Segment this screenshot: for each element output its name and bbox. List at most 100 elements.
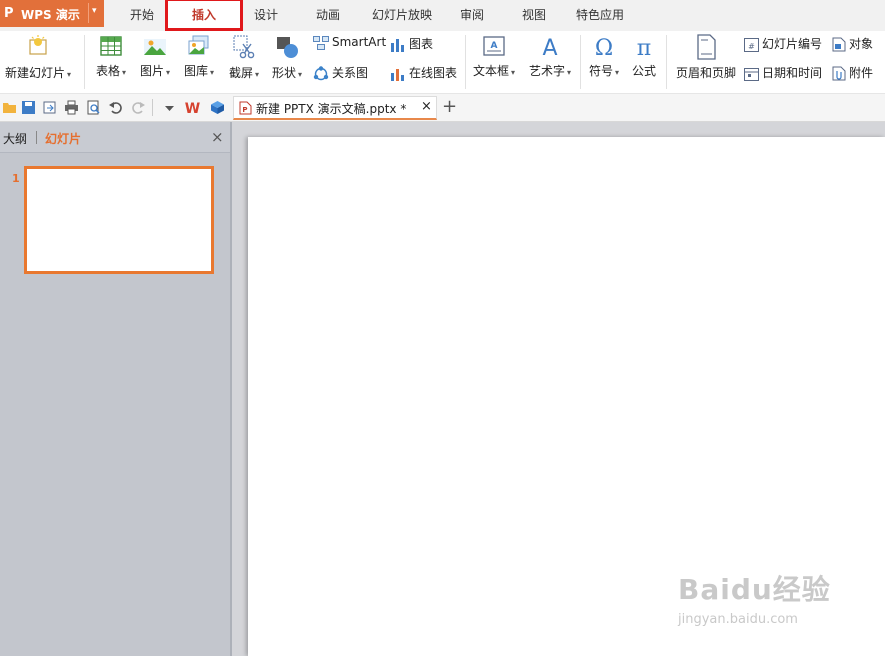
shapes-button[interactable]: 形状 ▾ bbox=[268, 34, 306, 81]
relation-chart-button[interactable]: 关系图 bbox=[313, 64, 368, 82]
toolbar-dropdown-icon[interactable] bbox=[162, 100, 177, 115]
scissors-icon bbox=[233, 35, 255, 59]
new-slide-button[interactable]: 新建幻灯片 ▾ bbox=[2, 34, 74, 81]
online-chart-label: 在线图表 bbox=[409, 66, 458, 80]
slide-number-label: 幻灯片编号 bbox=[762, 37, 823, 51]
gallery-button[interactable]: 图库 ▾ bbox=[180, 34, 218, 79]
smartart-label: SmartArt bbox=[332, 35, 387, 49]
print-icon[interactable] bbox=[64, 100, 79, 115]
watermark-sub: jingyan.baidu.com bbox=[678, 612, 798, 627]
formula-button[interactable]: π 公式 bbox=[626, 34, 662, 79]
divider bbox=[465, 35, 466, 89]
omega-icon: Ω bbox=[595, 36, 613, 58]
divider bbox=[36, 131, 37, 144]
calendar-icon bbox=[744, 67, 759, 81]
shapes-icon bbox=[277, 37, 298, 58]
slide-panel: 大纲 幻灯片 × 1 bbox=[0, 122, 230, 656]
svg-text:Ω: Ω bbox=[595, 36, 613, 58]
header-footer-button[interactable]: 页眉和页脚 bbox=[672, 34, 740, 81]
annotation-highlight-box bbox=[165, 0, 243, 31]
tab-home[interactable]: 开始 bbox=[118, 0, 166, 31]
smartart-button[interactable]: SmartArt bbox=[313, 35, 386, 50]
textbox-button[interactable]: A 文本框 ▾ bbox=[470, 34, 518, 79]
redo-icon[interactable] bbox=[131, 100, 146, 115]
ribbon-insert: 新建幻灯片 ▾ 表格 ▾ 图片 ▾ 图库 ▾ 截屏 ▾ 形状 ▾ SmartAr… bbox=[0, 31, 885, 94]
tab-bar: P WPS 演示 ▾ 开始 插入 设计 动画 幻灯片放映 审阅 视图 特色应用 bbox=[0, 0, 885, 31]
close-panel-icon[interactable]: × bbox=[211, 128, 224, 146]
symbol-label: 符号 bbox=[588, 64, 613, 78]
slide-number-button[interactable]: # 幻灯片编号 bbox=[744, 35, 822, 52]
baidu-watermark: Baidu经验 jingyan.baidu.com bbox=[678, 568, 831, 627]
new-tab-icon[interactable]: + bbox=[442, 96, 457, 117]
chevron-down-icon[interactable]: ▾ bbox=[92, 6, 97, 16]
divider bbox=[84, 35, 85, 89]
relation-chart-label: 关系图 bbox=[332, 66, 369, 80]
tab-special[interactable]: 特色应用 bbox=[570, 0, 630, 31]
attachment-icon bbox=[832, 66, 846, 81]
shapes-label: 形状 bbox=[271, 66, 296, 80]
attachment-button[interactable]: 附件 bbox=[832, 64, 873, 81]
svg-text:P: P bbox=[242, 106, 247, 114]
picture-label: 图片 bbox=[139, 64, 164, 78]
attachment-label: 附件 bbox=[849, 66, 874, 80]
header-footer-label: 页眉和页脚 bbox=[675, 66, 736, 80]
print-preview-icon[interactable] bbox=[86, 100, 101, 115]
svg-text:#: # bbox=[748, 42, 755, 51]
datetime-label: 日期和时间 bbox=[762, 66, 823, 80]
slide-thumbnail[interactable] bbox=[24, 166, 214, 274]
chart-icon bbox=[391, 38, 404, 52]
divider bbox=[580, 35, 581, 89]
symbol-button[interactable]: Ω 符号 ▾ bbox=[584, 34, 624, 79]
tab-animation[interactable]: 动画 bbox=[306, 0, 350, 31]
tab-view[interactable]: 视图 bbox=[512, 0, 556, 31]
wps-w-icon[interactable]: W bbox=[184, 100, 201, 115]
slide-number-icon: # bbox=[744, 37, 759, 52]
picture-icon bbox=[144, 39, 166, 55]
divider bbox=[152, 99, 153, 116]
tab-slideshow[interactable]: 幻灯片放映 bbox=[364, 0, 440, 31]
chart-label: 图表 bbox=[409, 37, 434, 51]
object-icon bbox=[832, 37, 846, 52]
screenshot-label: 截屏 bbox=[228, 66, 253, 80]
tab-review[interactable]: 审阅 bbox=[450, 0, 494, 31]
tab-outline[interactable]: 大纲 bbox=[3, 130, 27, 147]
relation-chart-icon bbox=[313, 65, 329, 80]
svg-text:A: A bbox=[491, 41, 498, 51]
app-menu-button[interactable]: P WPS 演示 ▾ bbox=[0, 0, 104, 27]
cube-icon[interactable] bbox=[210, 100, 225, 115]
svg-text:A: A bbox=[542, 36, 557, 58]
online-chart-button[interactable]: 在线图表 bbox=[390, 64, 457, 81]
new-slide-icon bbox=[29, 35, 47, 55]
svg-text:W: W bbox=[185, 101, 200, 115]
wordart-button[interactable]: A 艺术字 ▾ bbox=[524, 34, 576, 79]
object-button[interactable]: 对象 bbox=[832, 35, 873, 52]
pptx-file-icon: P bbox=[239, 101, 252, 115]
app-name: WPS 演示 bbox=[21, 8, 80, 22]
table-icon bbox=[100, 36, 122, 56]
smartart-icon bbox=[313, 35, 329, 50]
save-icon[interactable] bbox=[21, 100, 36, 115]
textbox-icon: A bbox=[483, 36, 505, 56]
picture-button[interactable]: 图片 ▾ bbox=[136, 34, 174, 79]
chart-button[interactable]: 图表 bbox=[390, 35, 433, 52]
table-button[interactable]: 表格 ▾ bbox=[92, 34, 130, 79]
tab-design[interactable]: 设计 bbox=[244, 0, 288, 31]
wordart-label: 艺术字 bbox=[528, 64, 565, 78]
divider bbox=[88, 3, 89, 23]
pi-icon: π bbox=[637, 36, 651, 58]
tab-slides[interactable]: 幻灯片 bbox=[45, 130, 81, 147]
datetime-button[interactable]: 日期和时间 bbox=[744, 64, 822, 81]
export-icon[interactable] bbox=[42, 100, 57, 115]
close-tab-icon[interactable]: × bbox=[421, 99, 432, 114]
screenshot-button[interactable]: 截屏 ▾ bbox=[224, 34, 264, 81]
slide-number: 1 bbox=[12, 172, 20, 185]
wordart-icon: A bbox=[542, 36, 557, 58]
table-label: 表格 bbox=[95, 64, 120, 78]
watermark-main: Baidu经验 bbox=[678, 573, 831, 606]
undo-icon[interactable] bbox=[108, 100, 123, 115]
textbox-label: 文本框 bbox=[472, 64, 509, 78]
gallery-label: 图库 bbox=[183, 64, 208, 78]
document-tab[interactable]: P 新建 PPTX 演示文稿.pptx * × bbox=[233, 96, 437, 120]
open-folder-icon[interactable] bbox=[2, 100, 17, 115]
panel-tabs: 大纲 幻灯片 × bbox=[0, 122, 230, 153]
